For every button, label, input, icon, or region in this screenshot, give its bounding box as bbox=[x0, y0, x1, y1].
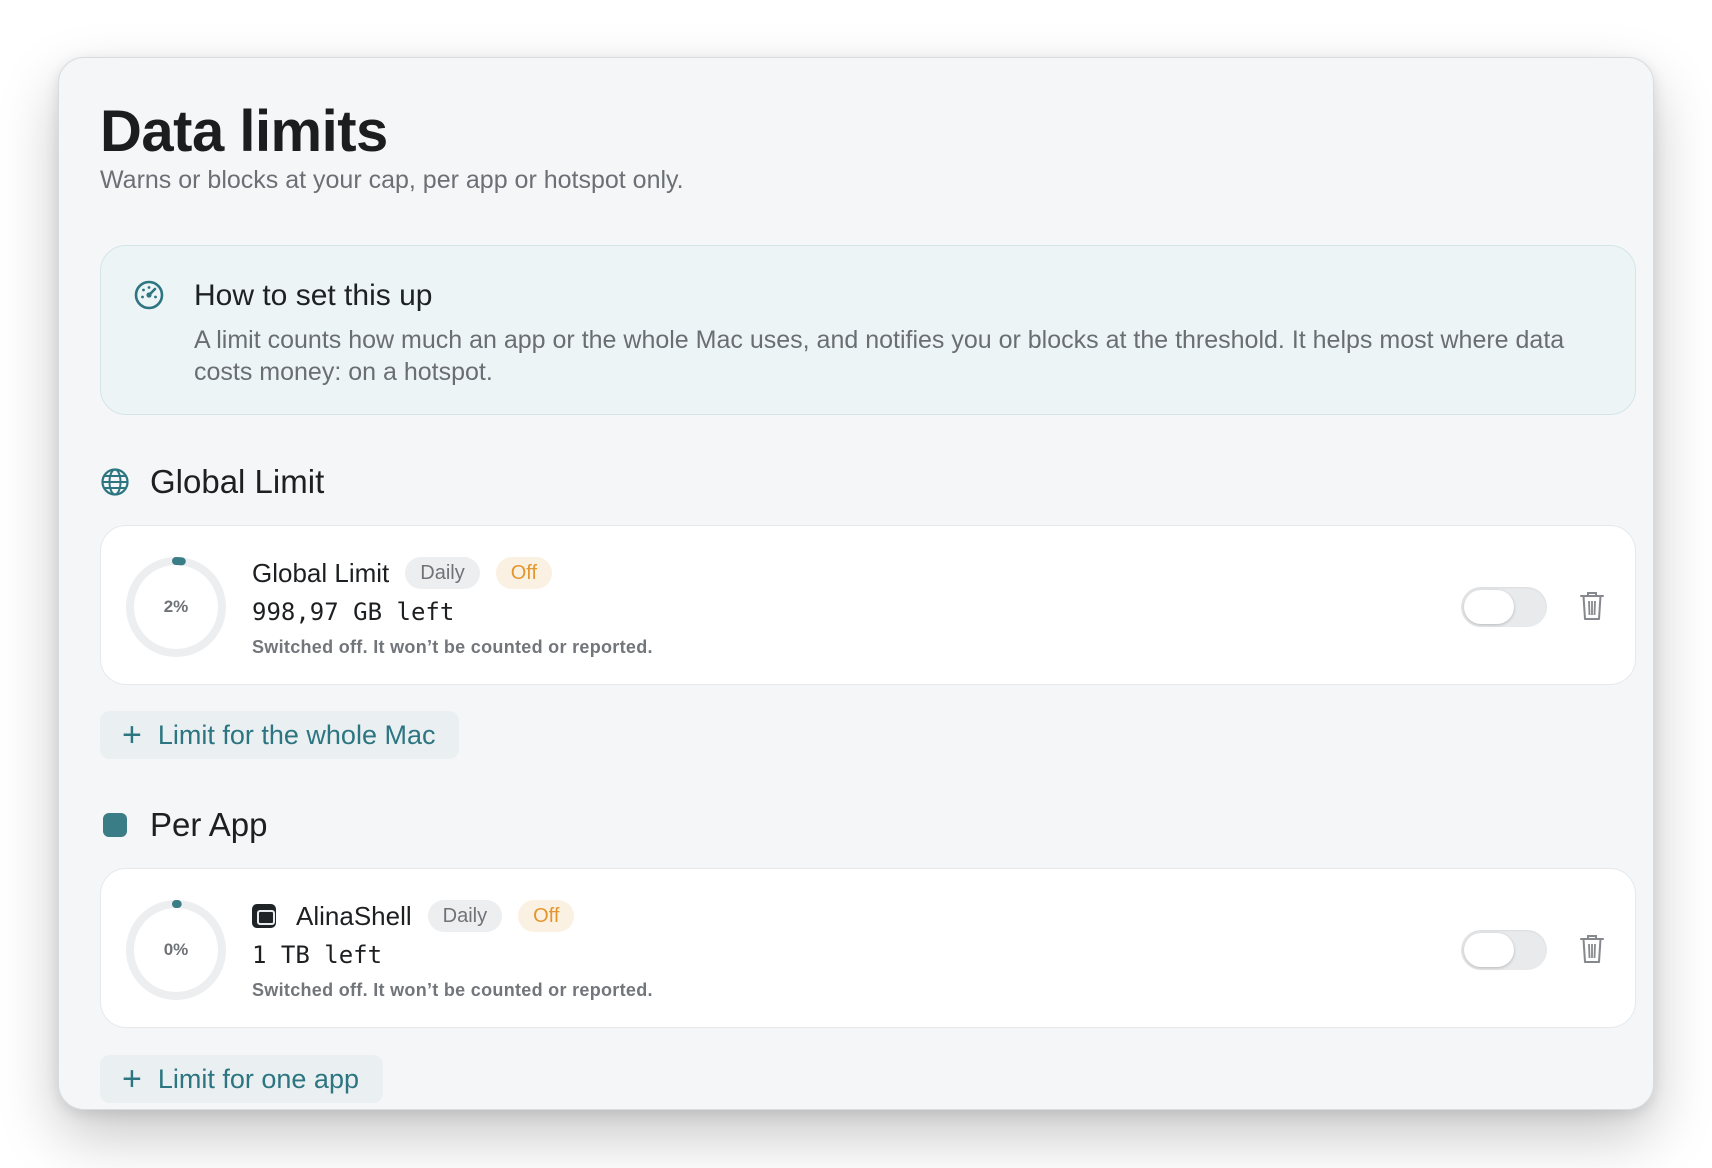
setup-info-card: How to set this up A limit counts how mu… bbox=[100, 245, 1636, 415]
plus-icon: + bbox=[122, 1060, 142, 1098]
period-badge: Daily bbox=[427, 900, 503, 932]
trash-icon[interactable] bbox=[1579, 933, 1605, 965]
add-app-limit-button[interactable]: + Limit for one app bbox=[100, 1055, 383, 1103]
limit-header: Global Limit Daily Off bbox=[252, 555, 553, 591]
limit-note: Switched off. It won’t be counted or rep… bbox=[252, 637, 653, 657]
period-badge: Daily bbox=[405, 557, 480, 589]
trash-icon[interactable] bbox=[1579, 590, 1605, 622]
globe-icon bbox=[100, 467, 130, 497]
add-global-limit-button[interactable]: + Limit for the whole Mac bbox=[100, 711, 460, 759]
toggle-knob bbox=[1464, 933, 1514, 967]
page-title: Data limits bbox=[100, 99, 388, 164]
limit-note: Switched off. It won’t be counted or rep… bbox=[252, 980, 653, 1000]
status-badge: Off bbox=[495, 557, 553, 589]
info-title: How to set this up bbox=[194, 279, 433, 312]
per-app-section-header: Per App bbox=[100, 806, 267, 844]
enable-toggle[interactable] bbox=[1461, 587, 1547, 627]
global-limit-section-header: Global Limit bbox=[100, 463, 324, 501]
status-badge: Off bbox=[518, 900, 575, 932]
data-limits-window: Data limits Warns or blocks at your cap,… bbox=[58, 57, 1654, 1110]
page-subtitle: Warns or blocks at your cap, per app or … bbox=[100, 166, 684, 194]
limit-name: AlinaShell bbox=[296, 900, 412, 931]
section-title: Global Limit bbox=[150, 463, 325, 500]
enable-toggle[interactable] bbox=[1461, 930, 1547, 970]
global-limit-card: 2% Global Limit Daily Off 998,97 GB left… bbox=[100, 525, 1636, 685]
progress-label: 0% bbox=[163, 940, 189, 959]
info-text: A limit counts how much an app or the wh… bbox=[194, 326, 1565, 386]
plus-icon: + bbox=[122, 716, 142, 754]
toggle-knob bbox=[1464, 590, 1514, 624]
limit-name: Global Limit bbox=[252, 557, 390, 588]
square-icon bbox=[100, 810, 130, 840]
section-title: Per App bbox=[150, 806, 268, 843]
progress-label: 2% bbox=[163, 597, 189, 616]
amount-left: 1 TB left bbox=[252, 941, 383, 969]
gauge-icon bbox=[134, 280, 164, 310]
add-global-limit-label: Limit for the whole Mac bbox=[157, 719, 436, 750]
app-limit-card: 0% AlinaShell Daily Off 1 TB left Switch… bbox=[100, 868, 1636, 1028]
add-app-limit-label: Limit for one app bbox=[157, 1063, 359, 1094]
limit-header: AlinaShell Daily Off bbox=[252, 898, 575, 934]
terminal-app-icon bbox=[252, 904, 276, 928]
amount-left: 998,97 GB left bbox=[252, 598, 455, 626]
